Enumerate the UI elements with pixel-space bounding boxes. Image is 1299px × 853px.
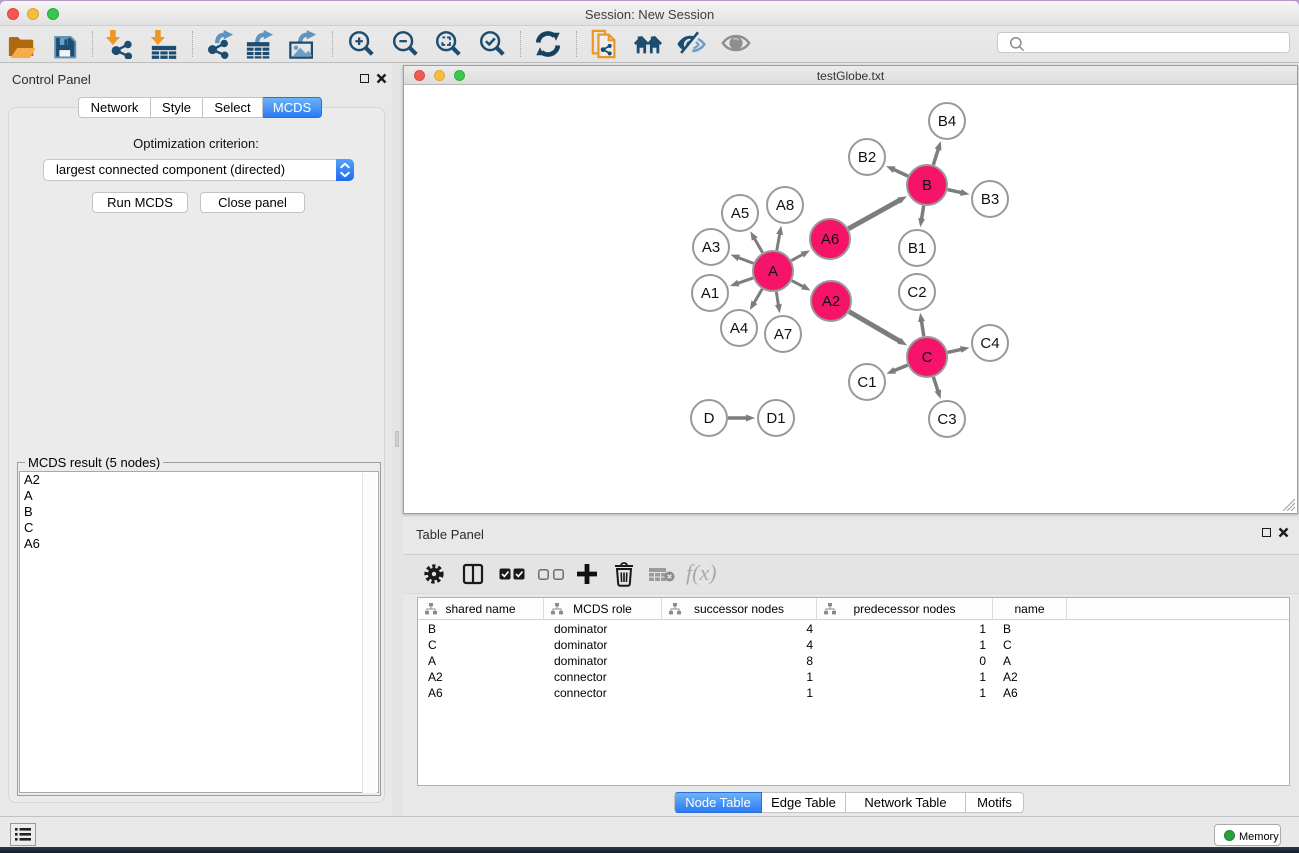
svg-text:A2: A2: [822, 293, 840, 310]
svg-text:B1: B1: [908, 240, 926, 257]
svg-text:C2: C2: [907, 284, 926, 301]
svg-text:B: B: [922, 177, 932, 194]
svg-text:A6: A6: [821, 231, 839, 248]
svg-text:A3: A3: [702, 239, 720, 256]
svg-text:A1: A1: [701, 285, 719, 302]
svg-text:B3: B3: [981, 191, 999, 208]
svg-text:A4: A4: [730, 320, 748, 337]
svg-text:C3: C3: [937, 411, 956, 428]
svg-text:B4: B4: [938, 113, 956, 130]
svg-text:A5: A5: [731, 205, 749, 222]
svg-text:B2: B2: [858, 149, 876, 166]
svg-text:A8: A8: [776, 197, 794, 214]
svg-text:C1: C1: [857, 374, 876, 391]
svg-text:D: D: [704, 410, 715, 427]
svg-text:C4: C4: [980, 335, 999, 352]
svg-text:D1: D1: [766, 410, 785, 427]
svg-text:A: A: [768, 263, 778, 280]
svg-text:C: C: [922, 349, 933, 366]
svg-text:A7: A7: [774, 326, 792, 343]
